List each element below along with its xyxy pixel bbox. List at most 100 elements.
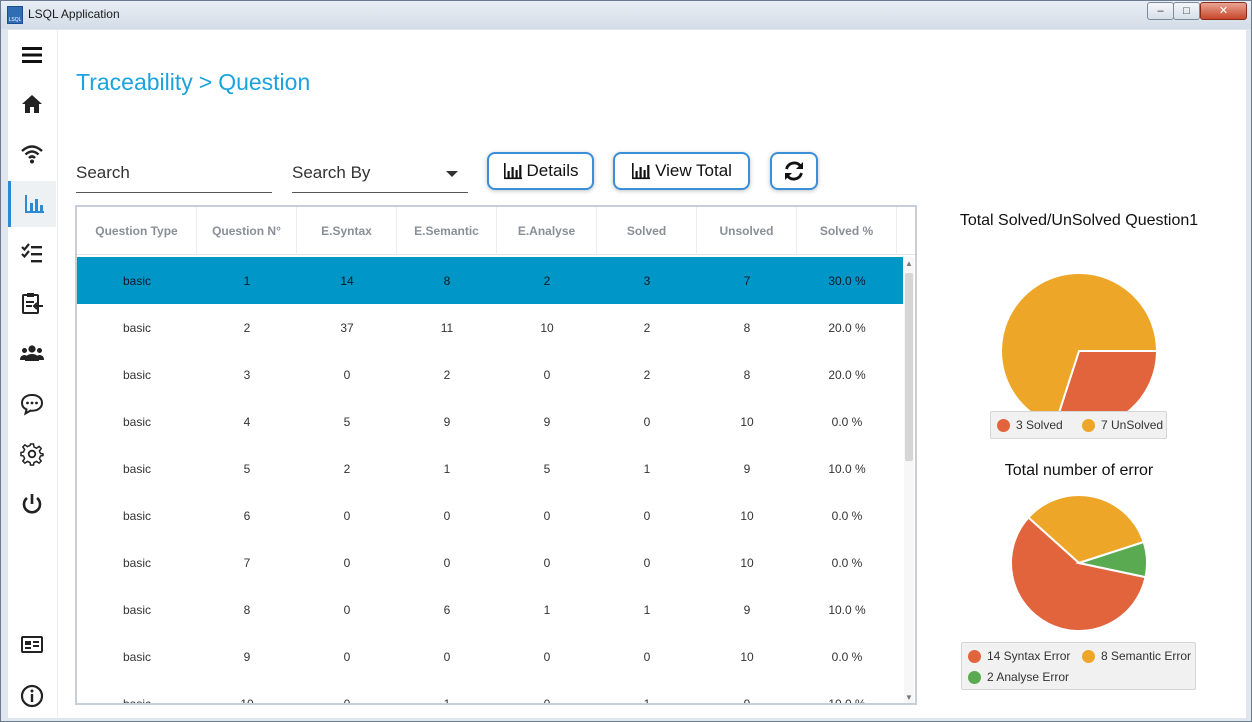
table-cell: basic (122, 602, 151, 617)
table-cell: 0.0 % (831, 649, 863, 664)
id-card-icon (21, 636, 43, 653)
sidebar-item-clipboard[interactable] (8, 280, 56, 326)
table-row[interactable]: basic 5 2 1 5 1 9 10.0 % (77, 445, 903, 492)
sidebar-item-chat[interactable] (8, 381, 56, 427)
table-row[interactable]: basic 8 0 6 1 1 9 10.0 % (77, 586, 903, 633)
table-cell: 9 (743, 461, 751, 476)
table-cell: 37 (340, 320, 354, 335)
table-cell: 8 (243, 602, 251, 617)
table-row[interactable]: basic 7 0 0 0 0 10 0.0 % (77, 539, 903, 586)
table-cell: 20.0 % (828, 320, 866, 335)
table-scrollbar[interactable]: ▲ ▼ (904, 257, 914, 703)
table-cell: 1 (643, 602, 651, 617)
sidebar-item-power[interactable] (8, 481, 56, 527)
table-cell: 8 (743, 367, 751, 382)
table-cell: 5 (243, 461, 251, 476)
sidebar-item-statistics[interactable] (8, 181, 56, 227)
scroll-up-icon[interactable]: ▲ (905, 259, 913, 269)
refresh-button[interactable] (770, 152, 818, 190)
search-by-select[interactable]: Search By (292, 155, 468, 193)
table-cell: 7 (243, 555, 251, 570)
column-header[interactable]: Question Type (77, 207, 197, 255)
search-field (76, 155, 272, 193)
legend-label: 7 UnSolved (1101, 418, 1164, 432)
search-input[interactable] (76, 161, 272, 185)
table-cell: 3 (243, 367, 251, 382)
sidebar-item-info[interactable] (8, 673, 56, 719)
column-header[interactable]: Solved (597, 207, 697, 255)
table-cell: 0.0 % (831, 508, 863, 523)
title-bar[interactable]: LSQL LSQL Application – □ ✕ (1, 1, 1251, 29)
table-cell: 0 (543, 649, 551, 664)
table-cell: 2 (643, 320, 651, 335)
table-row[interactable]: basic 9 0 0 0 0 10 0.0 % (77, 633, 903, 680)
column-header[interactable]: Solved % (797, 207, 897, 255)
legend-item-solved: 3 Solved (997, 418, 1063, 432)
table-row[interactable]: basic 6 0 0 0 0 10 0.0 % (77, 492, 903, 539)
column-header[interactable]: Unsolved (697, 207, 797, 255)
sidebar-item-settings[interactable] (8, 431, 56, 477)
table-cell: 0 (343, 367, 351, 382)
column-header[interactable]: E.Analyse (497, 207, 597, 255)
hamburger-icon (22, 47, 42, 63)
close-button[interactable]: ✕ (1200, 2, 1247, 20)
errors-legend: 14 Syntax Error 8 Semantic Error 2 Analy… (961, 642, 1196, 690)
legend-item-semantic: 8 Semantic Error (1082, 649, 1191, 663)
table-header: Question Type Question N° E.Syntax E.Sem… (77, 207, 915, 255)
sidebar-item-checklist[interactable] (8, 230, 56, 276)
sidebar-item-users[interactable] (8, 330, 56, 376)
sidebar-item-profile-card[interactable] (8, 622, 56, 668)
app-window: LSQL LSQL Application – □ ✕ Traceability… (0, 0, 1252, 722)
sidebar-item-wifi[interactable] (8, 131, 56, 177)
table-row[interactable]: basic 1 14 8 2 3 7 30.0 % (77, 257, 903, 304)
search-by-label: Search By (292, 163, 371, 182)
table-cell: 0 (343, 649, 351, 664)
table-row[interactable]: basic 4 5 9 9 0 10 0.0 % (77, 398, 903, 445)
minimize-button[interactable]: – (1147, 2, 1174, 20)
app-logo-icon: LSQL (7, 6, 23, 24)
table-row[interactable]: basic 2 37 11 10 2 8 20.0 % (77, 304, 903, 351)
table-cell: 14 (340, 273, 354, 288)
table-cell: 1 (643, 461, 651, 476)
table-row[interactable]: basic 3 0 2 0 2 8 20.0 % (77, 351, 903, 398)
table-cell: 8 (443, 273, 451, 288)
view-total-button[interactable]: View Total (613, 152, 750, 190)
table-cell: 0 (343, 508, 351, 523)
breadcrumb-separator: > (198, 69, 213, 95)
table-body: basic 1 14 8 2 3 7 30.0 % basic 2 37 11 … (77, 257, 903, 705)
home-icon (22, 95, 42, 113)
table-cell: 2 (543, 273, 551, 288)
solved-chart-title: Total Solved/UnSolved Question1 (959, 212, 1199, 229)
table-cell: 0 (543, 696, 551, 705)
table-cell: 1 (243, 273, 251, 288)
table-cell: 0 (443, 508, 451, 523)
table-cell: basic (122, 273, 151, 288)
legend-item-unsolved: 7 UnSolved (1082, 418, 1163, 432)
legend-label: 14 Syntax Error (987, 649, 1071, 663)
table-cell: basic (122, 555, 151, 570)
table-cell: 0 (443, 649, 451, 664)
table-cell: 4 (243, 414, 251, 429)
scroll-down-icon[interactable]: ▼ (905, 693, 913, 703)
breadcrumb-parent[interactable]: Traceability (76, 69, 193, 95)
users-icon (20, 345, 44, 361)
solved-pie-chart (1000, 272, 1159, 430)
table-cell: 10 (540, 320, 554, 335)
table-cell: 0 (343, 555, 351, 570)
power-icon (22, 494, 42, 514)
column-header[interactable]: E.Semantic (397, 207, 497, 255)
sidebar-item-menu[interactable] (8, 32, 56, 78)
wifi-icon (21, 145, 43, 164)
table-cell: 0 (643, 414, 651, 429)
table-row[interactable]: basic 10 0 1 0 1 9 10.0 % (77, 680, 903, 705)
column-header[interactable]: E.Syntax (297, 207, 397, 255)
table-cell: 10.0 % (828, 461, 866, 476)
maximize-button[interactable]: □ (1173, 2, 1200, 20)
column-header[interactable]: Question N° (197, 207, 297, 255)
scroll-thumb[interactable] (905, 273, 913, 461)
table-cell: 0.0 % (831, 555, 863, 570)
sidebar-item-home[interactable] (8, 81, 56, 127)
details-button[interactable]: Details (487, 152, 594, 190)
bar-chart-icon (24, 195, 44, 213)
table-cell: 1 (443, 461, 451, 476)
